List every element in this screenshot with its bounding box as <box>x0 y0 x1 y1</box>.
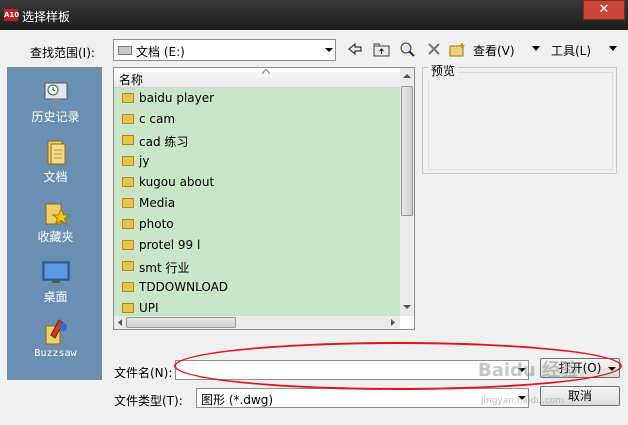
folder-icon <box>122 135 134 145</box>
chevron-down-icon[interactable] <box>325 48 333 52</box>
place-label: 历史记录 <box>31 110 80 124</box>
list-item-name: UPI <box>139 301 159 315</box>
select-template-dialog: A10 选择样板 ✕ 查找范围(I): 文档 (E:) 查看(V) 工具(L) … <box>0 0 628 425</box>
folder-icon <box>122 219 134 229</box>
lookin-dropdown[interactable]: 文档 (E:) <box>113 39 336 61</box>
folder-icon <box>122 198 134 208</box>
autocad-logo-icon: A10 <box>4 9 20 21</box>
list-item-name: TDDOWNLOAD <box>139 280 229 294</box>
vertical-scrollbar[interactable] <box>400 68 414 316</box>
folder-icon <box>122 177 134 187</box>
desktop-icon <box>41 258 71 286</box>
folder-icon <box>122 156 134 166</box>
view-chevron-down-icon[interactable] <box>532 46 540 51</box>
place-favorites[interactable]: 收藏夹 <box>8 198 103 245</box>
vertical-scroll-thumb[interactable] <box>401 86 413 216</box>
list-item[interactable]: baidu player <box>114 88 400 109</box>
place-label: 文档 <box>43 170 68 184</box>
lookin-label: 查找范围(I): <box>30 46 95 60</box>
place-label: 收藏夹 <box>37 230 74 244</box>
list-item[interactable]: cad 练习 <box>114 130 400 151</box>
tools-chevron-down-icon[interactable] <box>609 46 617 51</box>
lookin-value: 文档 (E:) <box>136 45 185 59</box>
list-item-name: kugou about <box>139 175 215 189</box>
scroll-right-icon[interactable] <box>388 316 398 329</box>
name-column-label: 名称 <box>119 73 144 87</box>
folder-icon <box>122 282 134 292</box>
cancel-button-label: 取消 <box>567 389 592 403</box>
list-item-name: Media <box>139 196 176 210</box>
folder-icon <box>122 114 134 124</box>
list-item-name: smt 行业 <box>139 261 190 275</box>
place-buzzsaw[interactable]: Buzzsaw <box>8 318 103 359</box>
drive-icon <box>118 46 132 55</box>
folder-icon <box>122 93 134 103</box>
buzzsaw-icon <box>41 318 71 346</box>
place-history[interactable]: 历史记录 <box>8 78 103 125</box>
view-menu[interactable]: 查看(V) <box>473 42 515 59</box>
favorites-icon <box>41 198 71 226</box>
new-folder-icon[interactable] <box>448 39 468 59</box>
file-list[interactable]: 名称 baidu player c cam cad 练习 jy kugou about M… <box>113 67 415 330</box>
title-bar[interactable]: A10 选择样板 ✕ <box>0 0 628 30</box>
back-icon[interactable] <box>345 39 365 59</box>
up-folder-icon[interactable] <box>372 39 392 59</box>
horizontal-scrollbar[interactable] <box>114 316 400 329</box>
list-item[interactable]: smt 行业 <box>114 256 400 277</box>
place-label: 桌面 <box>43 290 68 304</box>
list-item-name: jy <box>139 154 150 168</box>
watermark-url: jingyan.baidu.com <box>481 396 565 406</box>
folder-icon <box>122 261 134 271</box>
close-button[interactable]: ✕ <box>583 0 625 20</box>
preview-label: 预览 <box>428 62 459 79</box>
preview-group <box>422 67 617 174</box>
filetype-dropdown[interactable]: 图形 (*.dwg) <box>196 388 529 408</box>
list-item[interactable]: protel 99 l <box>114 235 400 256</box>
name-column-header[interactable]: 名称 <box>114 68 400 88</box>
watermark: Baidu 经验 <box>478 360 579 381</box>
list-item[interactable]: photo <box>114 214 400 235</box>
list-item-name: protel 99 l <box>139 238 201 252</box>
list-item[interactable]: kugou about <box>114 172 400 193</box>
dialog-title: 选择样板 <box>22 10 71 24</box>
filetype-value: 图形 (*.dwg) <box>201 393 274 407</box>
place-documents[interactable]: 文档 <box>8 138 103 185</box>
place-desktop[interactable]: 桌面 <box>8 258 103 305</box>
file-rows: baidu player c cam cad 练习 jy kugou about Medi… <box>114 88 400 316</box>
filetype-label: 文件类型(T): <box>114 394 183 408</box>
place-label: Buzzsaw <box>34 348 77 359</box>
places-bar: 历史记录 文档 收藏夹 桌面 Buzzsaw <box>7 67 102 380</box>
scroll-down-icon[interactable] <box>400 301 414 313</box>
sort-asc-icon <box>262 69 270 74</box>
list-item-name: baidu player <box>139 91 215 105</box>
preview-area <box>428 72 613 170</box>
list-item-name: photo <box>139 217 174 231</box>
folder-icon <box>122 303 134 313</box>
delete-icon[interactable] <box>424 39 444 59</box>
history-icon <box>41 78 71 106</box>
list-item-name: c cam <box>139 112 176 126</box>
filename-label: 文件名(N): <box>114 366 173 380</box>
search-web-icon[interactable] <box>398 39 418 59</box>
list-item[interactable]: Media <box>114 193 400 214</box>
folder-icon <box>122 240 134 250</box>
list-item[interactable]: jy <box>114 151 400 172</box>
list-item-name: cad 练习 <box>139 135 189 149</box>
documents-icon <box>41 138 71 166</box>
scroll-left-icon[interactable] <box>115 316 125 329</box>
horizontal-scroll-thumb[interactable] <box>126 317 236 328</box>
list-item[interactable]: c cam <box>114 109 400 130</box>
tools-menu[interactable]: 工具(L) <box>551 42 591 59</box>
list-item[interactable]: TDDOWNLOAD <box>114 277 400 298</box>
scroll-up-icon[interactable] <box>400 70 414 82</box>
